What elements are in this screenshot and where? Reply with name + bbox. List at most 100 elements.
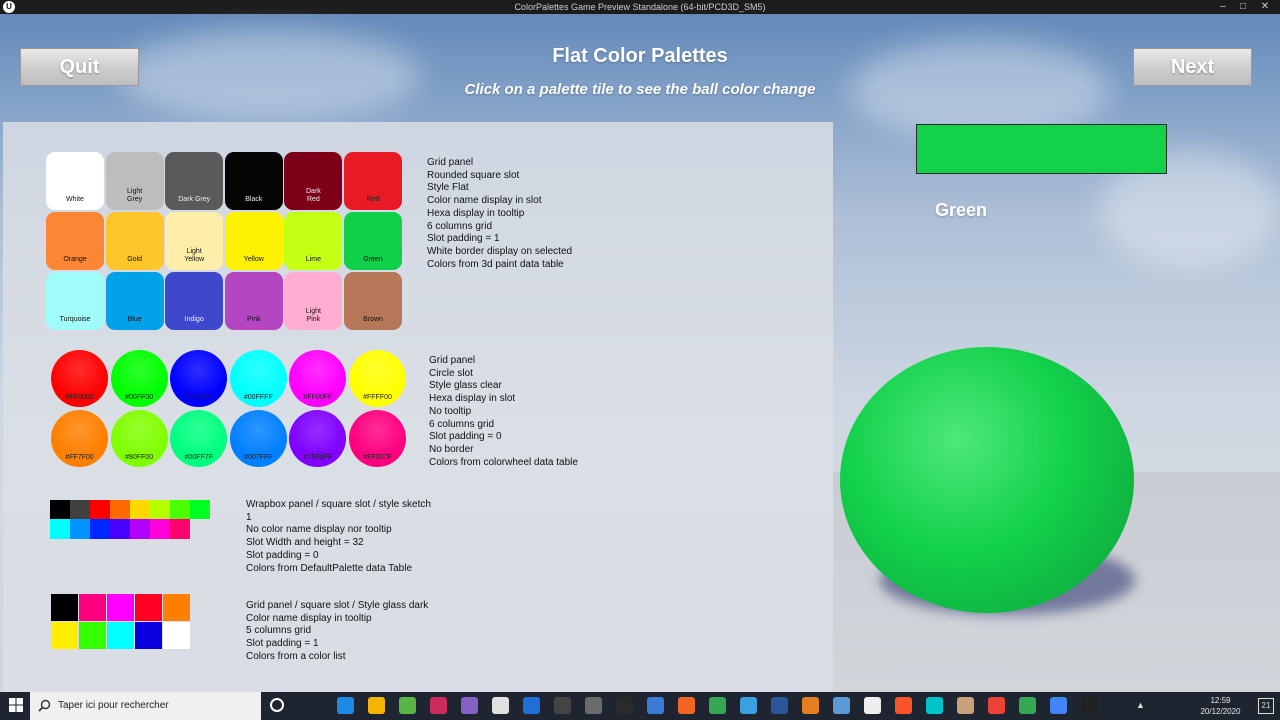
jetbrains-icon[interactable] <box>430 697 447 714</box>
notepad-icon[interactable] <box>399 697 416 714</box>
window-title-bar: U ColorPalettes Game Preview Standalone … <box>0 0 1280 14</box>
palette-square[interactable] <box>107 622 134 649</box>
palette-square[interactable] <box>107 594 134 621</box>
palette-tile[interactable]: Light Pink <box>284 272 343 330</box>
taskbar-clock[interactable]: 12:59 20/12/2020 <box>1198 695 1243 717</box>
app-icon[interactable] <box>523 697 540 714</box>
taskbar-search-input[interactable]: Taper ici pour rechercher <box>30 692 261 720</box>
chevron-up-icon[interactable]: ▲ <box>1136 700 1145 710</box>
palette-square[interactable] <box>70 500 90 519</box>
palette-square[interactable] <box>51 594 78 621</box>
palette-circle[interactable]: #00FFFF <box>229 350 287 407</box>
box-icon[interactable] <box>740 697 757 714</box>
taskbar-date: 20/12/2020 <box>1200 707 1241 716</box>
palette-square[interactable] <box>150 519 170 539</box>
palette-square[interactable] <box>130 519 150 539</box>
palette-tile[interactable]: Dark Grey <box>165 152 224 210</box>
windows-start-icon[interactable] <box>9 698 23 712</box>
palette-square[interactable] <box>170 500 190 519</box>
palette-square[interactable] <box>70 519 90 539</box>
palette-tile[interactable]: Brown <box>344 272 402 330</box>
ds-icon[interactable] <box>957 697 974 714</box>
epic-games-icon[interactable] <box>616 697 633 714</box>
palette-square[interactable] <box>50 500 70 519</box>
palette-square[interactable] <box>90 519 110 539</box>
palette-tile[interactable]: Turquoise <box>46 272 104 330</box>
palette-square[interactable] <box>110 500 130 519</box>
palette-tile[interactable]: Light Grey <box>105 152 164 210</box>
palette-square[interactable] <box>50 519 70 539</box>
palette-tile[interactable]: Orange <box>46 212 104 270</box>
chrome-red-icon[interactable] <box>988 697 1005 714</box>
page-title: Flat Color Palettes <box>552 45 728 67</box>
chrome-icon[interactable] <box>709 697 726 714</box>
unreal-icon[interactable] <box>554 697 571 714</box>
next-button[interactable]: Next <box>1133 48 1252 86</box>
edge-icon[interactable] <box>337 697 354 714</box>
palette-circle[interactable]: #7F00FF <box>289 410 347 467</box>
palette-tile[interactable]: Pink <box>224 272 283 330</box>
palette-circle[interactable]: #FF00FF <box>289 350 347 407</box>
palette-square[interactable] <box>110 519 130 539</box>
quit-button[interactable]: Quit <box>20 48 139 86</box>
unreal-running-icon[interactable] <box>1081 697 1098 714</box>
word-icon[interactable] <box>771 697 788 714</box>
close-icon[interactable]: ✕ <box>1256 0 1274 14</box>
steam-icon[interactable] <box>585 697 602 714</box>
git-icon[interactable] <box>678 697 695 714</box>
brave-icon[interactable] <box>895 697 912 714</box>
maximize-icon[interactable]: □ <box>1234 0 1252 14</box>
palette-tile[interactable]: Light Yellow <box>165 212 224 270</box>
network-icon[interactable] <box>833 697 850 714</box>
palette-square[interactable] <box>163 594 190 621</box>
palette-tile[interactable]: Gold <box>105 212 164 270</box>
palette-circle[interactable]: #FF007F <box>349 410 406 467</box>
palette-square[interactable] <box>79 594 106 621</box>
palette-square[interactable] <box>79 622 106 649</box>
palette-tile[interactable]: Black <box>224 152 283 210</box>
palette-square[interactable] <box>135 622 162 649</box>
palette-tile[interactable]: White <box>46 152 104 210</box>
palette-circle[interactable]: #00FF7F <box>170 410 228 467</box>
paint-icon[interactable] <box>492 697 509 714</box>
palette-tile[interactable]: Red <box>344 152 402 210</box>
palette-circle[interactable]: #007FFF <box>229 410 287 467</box>
palette-circle[interactable]: #0000FF <box>170 350 228 407</box>
palette-square[interactable] <box>170 519 190 539</box>
palette-square[interactable] <box>163 622 190 649</box>
palette-tile[interactable]: Yellow <box>224 212 283 270</box>
palette-tile[interactable]: Green <box>344 212 402 270</box>
editor-icon[interactable] <box>647 697 664 714</box>
palette-glass-dark-description: Grid panel / square slot / Style glass d… <box>246 600 429 662</box>
notification-center-icon[interactable]: 21 <box>1258 698 1274 714</box>
palette-tile[interactable]: Dark Red <box>284 152 343 210</box>
page-subtitle: Click on a palette tile to see the ball … <box>464 81 816 98</box>
palette-circle[interactable]: #80FF00 <box>110 410 168 467</box>
cortana-icon[interactable] <box>270 698 284 712</box>
visual-studio-icon[interactable] <box>461 697 478 714</box>
palette-square[interactable] <box>130 500 150 519</box>
chrome-green-icon[interactable] <box>1019 697 1036 714</box>
palette-square[interactable] <box>51 622 78 649</box>
palette-square[interactable] <box>190 500 210 519</box>
palette-circle[interactable]: #00FF00 <box>110 350 168 407</box>
dc-icon[interactable] <box>926 697 943 714</box>
palette-flat-description: Grid panel Rounded square slot Style Fla… <box>427 157 573 270</box>
file-icon[interactable] <box>864 697 881 714</box>
butterfly-icon[interactable] <box>802 697 819 714</box>
taskbar-search-placeholder: Taper ici pour rechercher <box>58 700 169 711</box>
palette-square[interactable] <box>90 500 110 519</box>
taskbar-time: 12:59 <box>1210 696 1231 705</box>
folder-icon[interactable] <box>368 697 385 714</box>
palette-tile[interactable]: Indigo <box>165 272 224 330</box>
palette-tile[interactable]: Blue <box>105 272 164 330</box>
ue-logo-icon: U <box>3 1 15 13</box>
palette-square[interactable] <box>135 594 162 621</box>
palette-circle[interactable]: #FFFF00 <box>349 350 406 407</box>
palette-circle[interactable]: #FF7F00 <box>51 410 108 467</box>
palette-circle[interactable]: #FF0000 <box>51 350 108 407</box>
gemini-icon[interactable] <box>1050 697 1067 714</box>
palette-tile[interactable]: Lime <box>284 212 343 270</box>
minimize-icon[interactable]: – <box>1214 0 1232 14</box>
palette-square[interactable] <box>150 500 170 519</box>
